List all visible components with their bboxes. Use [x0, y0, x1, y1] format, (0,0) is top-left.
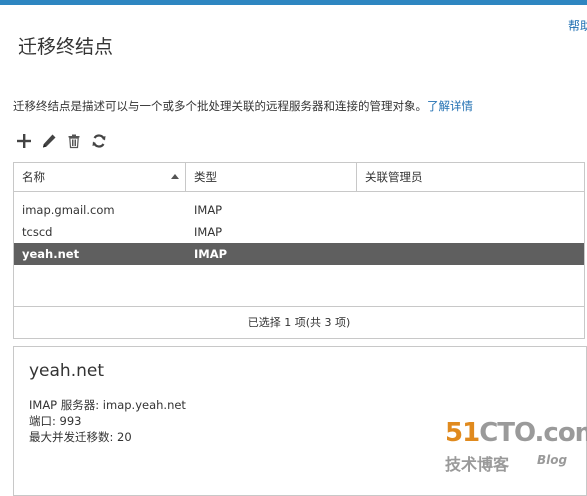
column-header-admin-label: 关联管理员 [365, 170, 423, 184]
page-description: 迁移终结点是描述可以与一个或多个批处理关联的远程服务器和连接的管理对象。了解详情 [13, 98, 473, 114]
cell-admin [357, 199, 584, 221]
help-link[interactable]: 帮助 [568, 17, 587, 34]
details-title: yeah.net [29, 361, 105, 381]
cell-name: tcscd [22, 225, 53, 239]
grid-rows: imap.gmail.com IMAP tcscd IMAP yeah.net … [14, 199, 584, 265]
details-port: 端口: 993 [29, 414, 82, 428]
cell-type: IMAP [194, 203, 223, 217]
delete-icon [68, 134, 80, 149]
table-row[interactable]: imap.gmail.com IMAP [14, 199, 584, 221]
edit-button[interactable] [38, 130, 60, 152]
cell-type: IMAP [194, 247, 228, 261]
selection-count: 已选择 1 项(共 3 项) [14, 306, 584, 338]
column-header-name[interactable]: 名称 [14, 163, 186, 191]
cell-name: yeah.net [22, 247, 80, 261]
add-button[interactable] [13, 130, 35, 152]
cell-name: imap.gmail.com [22, 203, 115, 217]
refresh-icon [92, 134, 106, 148]
column-header-type[interactable]: 类型 [186, 163, 357, 191]
delete-button[interactable] [63, 130, 85, 152]
sort-ascending-icon [171, 174, 179, 179]
column-header-type-label: 类型 [194, 170, 217, 184]
details-max-migrations: 最大并发迁移数: 20 [29, 430, 132, 444]
watermark-main: 51CTO.com [445, 418, 587, 448]
cell-admin [357, 221, 584, 243]
details-server: IMAP 服务器: imap.yeah.net [29, 398, 186, 412]
page-title: 迁移终结点 [18, 36, 114, 58]
watermark-sub: 技术博客 [445, 455, 510, 474]
migration-endpoints-grid: 名称 类型 关联管理员 imap.gmail.com IMAP tcscd IM… [13, 162, 585, 339]
refresh-button[interactable] [88, 130, 110, 152]
top-accent-bar [0, 0, 587, 5]
column-header-name-label: 名称 [22, 170, 45, 184]
cell-admin [357, 243, 584, 265]
add-icon [17, 134, 31, 148]
table-row-selected[interactable]: yeah.net IMAP [14, 243, 584, 265]
column-header-admin[interactable]: 关联管理员 [357, 163, 584, 191]
table-row[interactable]: tcscd IMAP [14, 221, 584, 243]
description-text: 迁移终结点是描述可以与一个或多个批处理关联的远程服务器和连接的管理对象。 [13, 99, 427, 113]
watermark-blog: Blog [537, 453, 568, 467]
watermark-logo: 51CTO.com 技术博客 Blog [445, 418, 587, 476]
cell-type: IMAP [194, 225, 223, 239]
toolbar [13, 130, 113, 152]
grid-header: 名称 类型 关联管理员 [14, 163, 584, 192]
learn-more-link[interactable]: 了解详情 [427, 99, 473, 113]
edit-icon [43, 134, 56, 148]
